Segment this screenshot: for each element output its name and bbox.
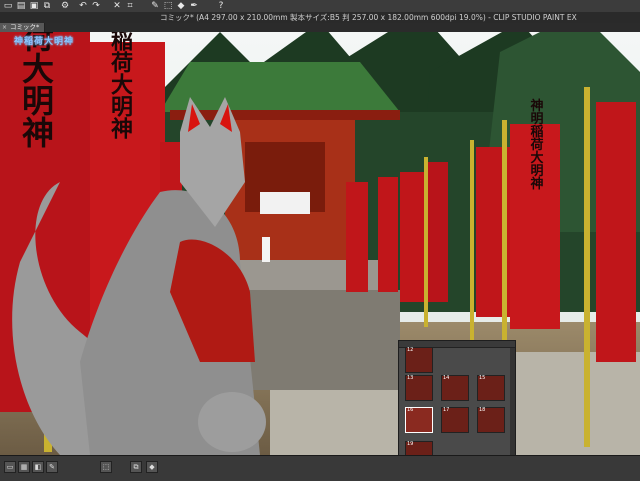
tool-icon[interactable]: ▭ (4, 461, 16, 473)
window-title: コミック* (A4 297.00 x 210.00mm 製本サイズ:B5 判 2… (160, 13, 577, 22)
clear-icon[interactable]: ✕ (112, 1, 122, 11)
banner-text-right: 神明稲荷大明神 (528, 98, 545, 191)
page-thumbnail[interactable]: 12 (405, 347, 433, 373)
settings-icon[interactable]: ⚙ (60, 1, 70, 11)
drawing-canvas[interactable]: 神明稲荷大明神 神明稲荷大明神 円稲荷大明神 神稲荷大明神 (0, 32, 640, 455)
banner-text-left: 神明稲荷大明神 (107, 32, 133, 139)
logo-text: 神稲荷大明神 (14, 37, 75, 47)
tool-icon[interactable]: ⧉ (130, 461, 142, 473)
document-tab-label: コミック* (10, 23, 40, 31)
save-icon[interactable]: ▣ (29, 1, 39, 11)
tool-icon[interactable]: ◆ (146, 461, 158, 473)
page-thumbnail[interactable]: 13 (405, 375, 433, 401)
copy-icon[interactable]: ⧉ (42, 1, 52, 11)
page-thumbnail[interactable]: 15 (477, 375, 505, 401)
undo-icon[interactable]: ↶ (78, 1, 88, 11)
crop-icon[interactable]: ⌗ (125, 1, 135, 11)
bottom-toolbar: ▭ ▦ ◧ ✎ ⬚ ⧉ ◆ (0, 455, 640, 481)
tool-icon[interactable]: ◧ (32, 461, 44, 473)
close-tab-icon[interactable]: × (2, 23, 7, 32)
tool-icon[interactable]: ✎ (46, 461, 58, 473)
tool-icon[interactable]: ⬚ (100, 461, 112, 473)
brush-icon[interactable]: ✎ (150, 1, 160, 11)
page-thumbnail-selected[interactable]: 16 (405, 407, 433, 433)
tool-icon[interactable]: ▦ (18, 461, 30, 473)
open-file-icon[interactable]: ▤ (16, 1, 26, 11)
artwork: 神明稲荷大明神 神明稲荷大明神 円稲荷大明神 (0, 32, 640, 455)
document-tab[interactable]: × コミック* (0, 23, 46, 32)
select-icon[interactable]: ⬚ (163, 1, 173, 11)
pen-icon[interactable]: ✒ (189, 1, 199, 11)
title-bar: コミック* (A4 297.00 x 210.00mm 製本サイズ:B5 判 2… (0, 12, 640, 23)
fill-icon[interactable]: ◆ (176, 1, 186, 11)
redo-icon[interactable]: ↷ (91, 1, 101, 11)
page-thumbnail[interactable]: 14 (441, 375, 469, 401)
banner-text-far-left: 円稲荷大明神 (17, 32, 55, 148)
page-thumbnail[interactable]: 18 (477, 407, 505, 433)
help-icon[interactable]: ? (216, 1, 226, 11)
page-thumbnail[interactable]: 17 (441, 407, 469, 433)
new-document-icon[interactable]: ▭ (3, 1, 13, 11)
